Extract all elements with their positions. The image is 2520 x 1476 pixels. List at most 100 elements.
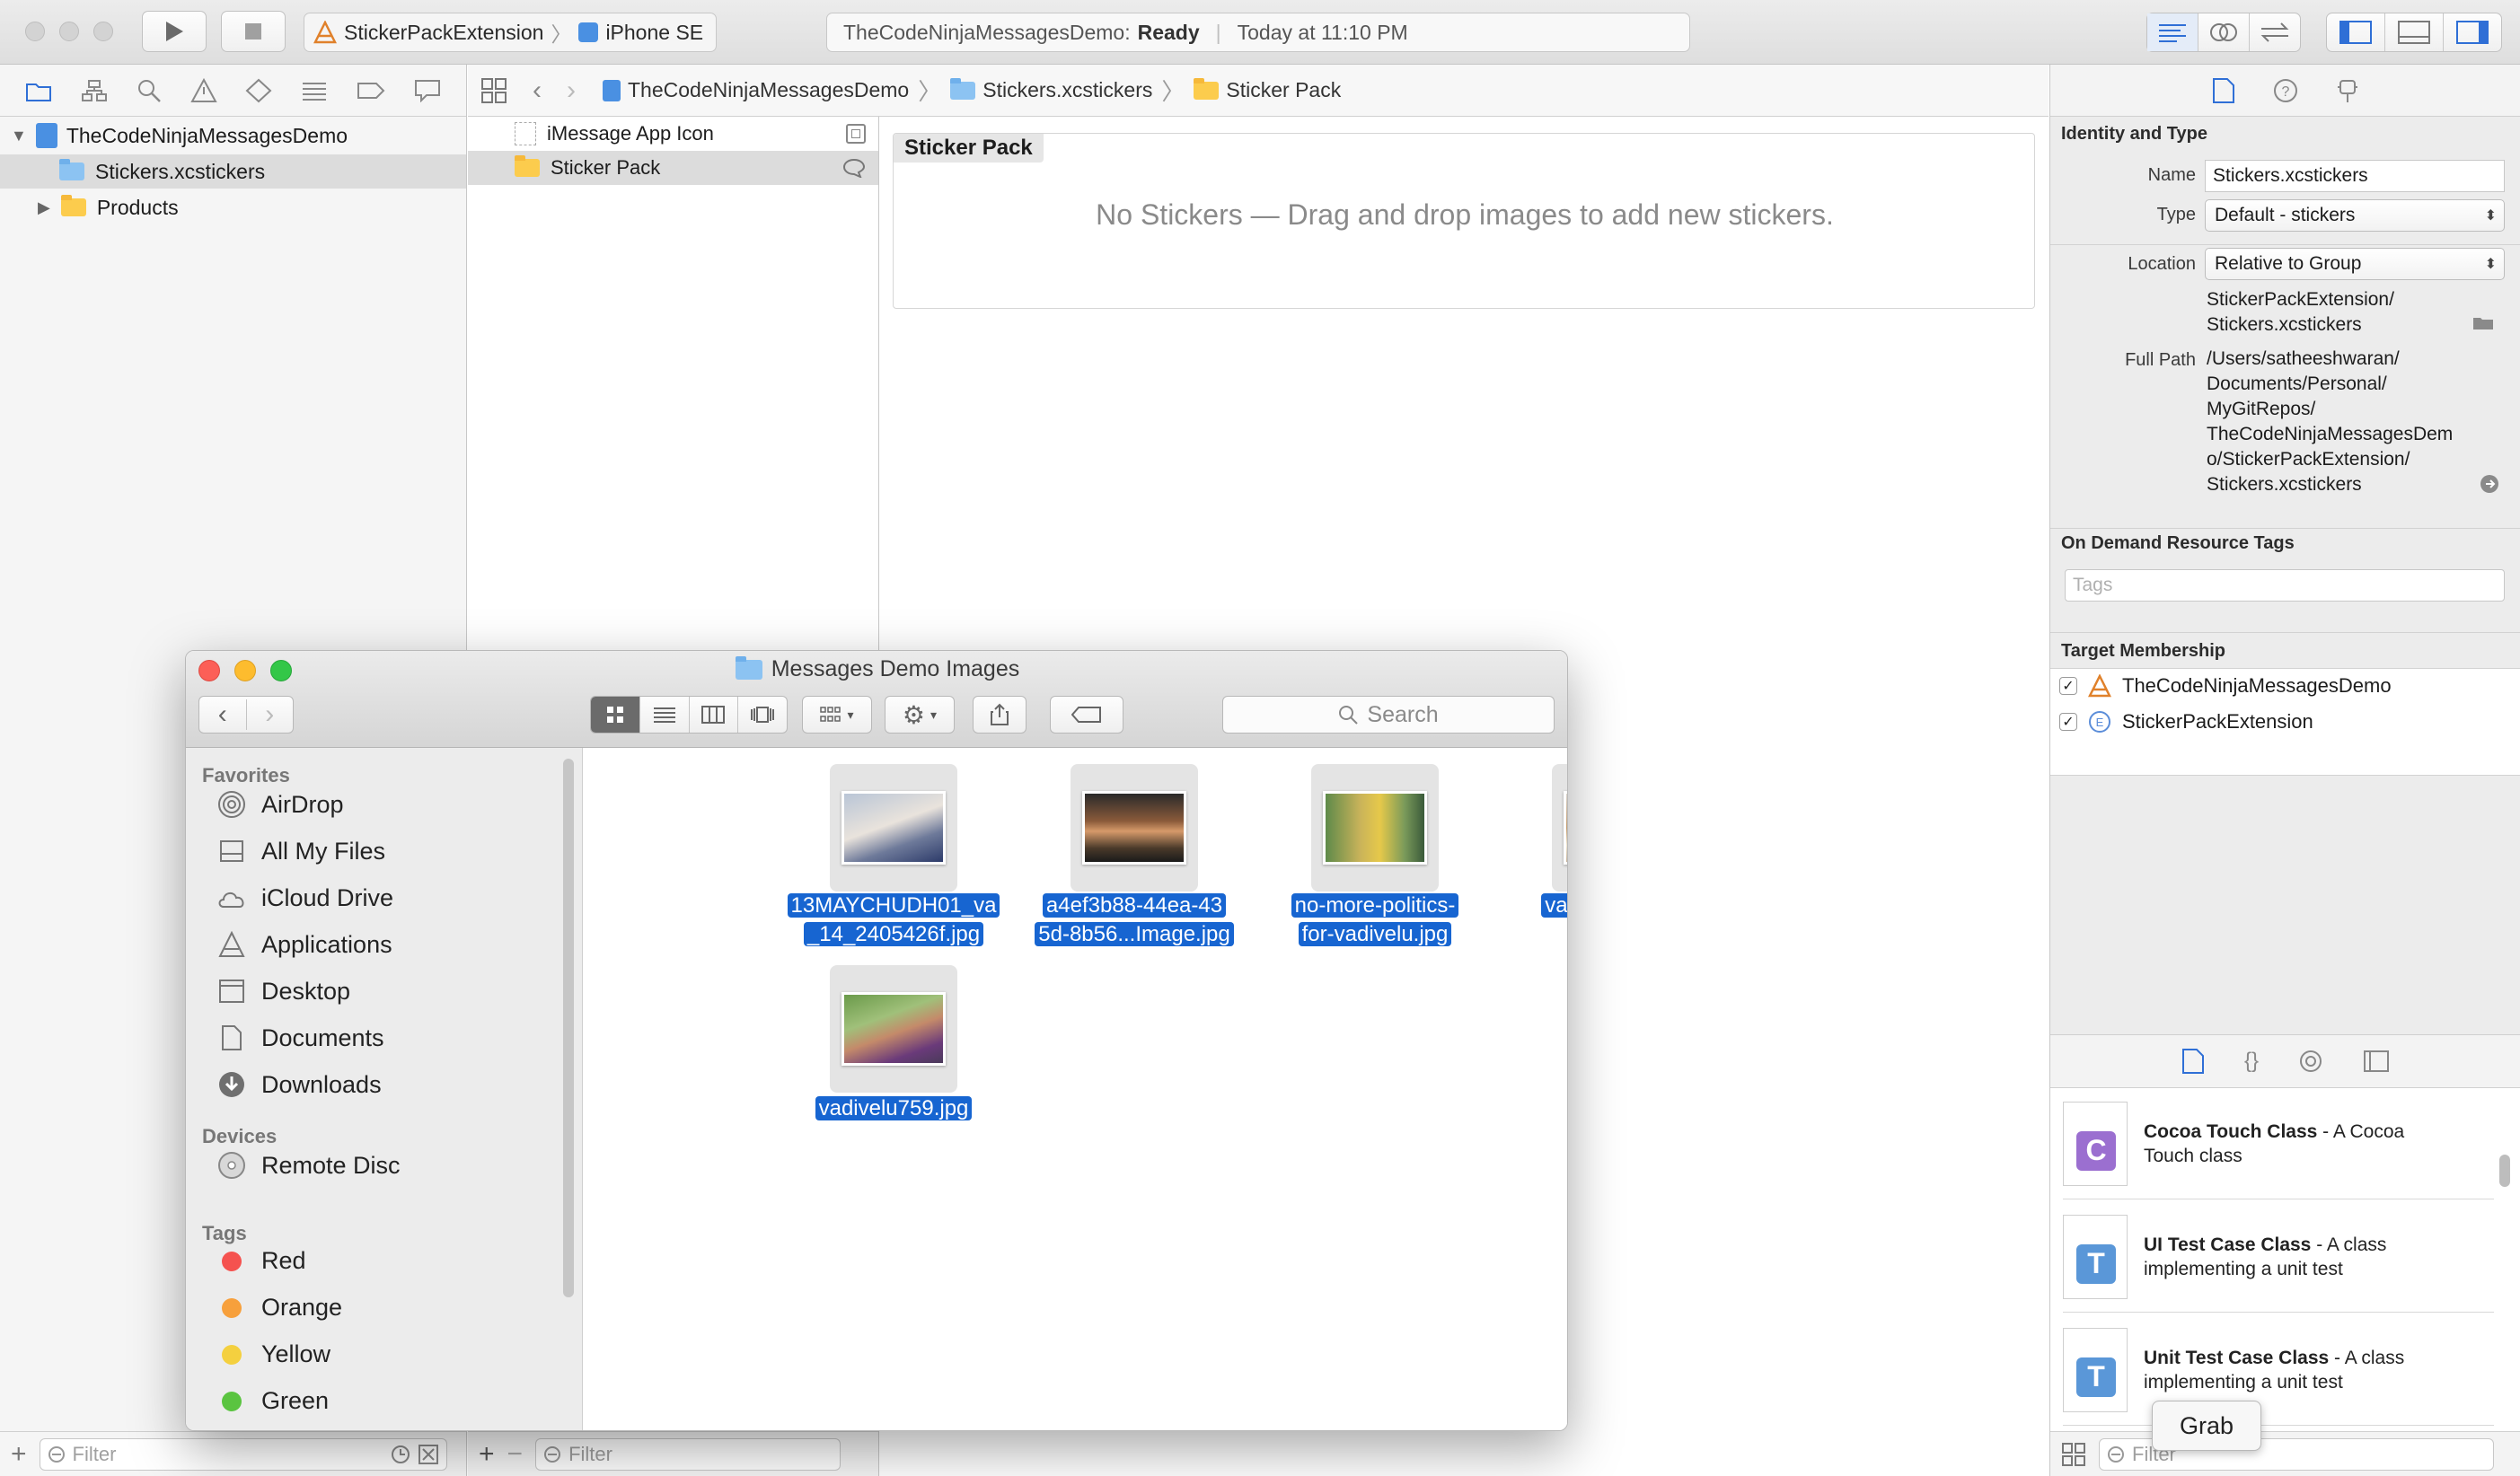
navigator-item-stickers[interactable]: Stickers.xcstickers	[0, 154, 466, 189]
toggle-debug-button[interactable]	[2385, 13, 2444, 51]
sticker-pack-dropzone[interactable]: Sticker Pack No Stickers — Drag and drop…	[893, 133, 2035, 309]
back-arrow-icon[interactable]: ‹	[533, 75, 542, 106]
file-inspector-icon[interactable]	[2212, 77, 2235, 104]
run-button[interactable]	[142, 11, 207, 52]
reveal-folder-icon[interactable]	[2472, 314, 2494, 330]
finder-back-button[interactable]: ‹	[199, 699, 247, 730]
navigator-filter-field[interactable]: Filter	[39, 1437, 447, 1471]
finder-search-field[interactable]: Search	[1222, 696, 1555, 734]
help-icon[interactable]: ?	[2273, 78, 2298, 103]
file-template-library-icon[interactable]	[2181, 1048, 2205, 1075]
library-item-cocoa-touch-class[interactable]: C Cocoa Touch Class - A Cocoa Touch clas…	[2063, 1088, 2494, 1199]
sidebar-item-documents[interactable]: Documents	[216, 1023, 384, 1053]
asset-item-sticker-pack[interactable]: Sticker Pack	[468, 151, 878, 185]
toggle-inspector-button[interactable]	[2444, 13, 2501, 51]
warning-icon[interactable]	[189, 77, 217, 103]
sidebar-tag-yellow[interactable]: Yellow	[216, 1340, 330, 1368]
library-item-unit-test-case-class[interactable]: T Unit Test Case Class - A class impleme…	[2063, 1314, 2494, 1426]
sidebar-item-remote-disc[interactable]: Remote Disc	[216, 1150, 401, 1181]
breadcrumb-catalog[interactable]: Stickers.xcstickers	[950, 77, 1152, 102]
object-library-icon[interactable]	[2298, 1049, 2323, 1074]
target-checkbox[interactable]: ✓	[2059, 677, 2077, 695]
list-view-button[interactable]	[639, 697, 689, 733]
search-icon[interactable]	[137, 78, 162, 103]
sidebar-item-all-my-files[interactable]: All My Files	[216, 836, 385, 866]
sidebar-tag-green[interactable]: Green	[216, 1387, 329, 1415]
target-checkbox[interactable]: ✓	[2059, 713, 2077, 731]
breadcrumb-sticker-pack[interactable]: Sticker Pack	[1194, 77, 1341, 102]
edit-tags-button[interactable]	[1050, 696, 1123, 734]
breadcrumb-project[interactable]: TheCodeNinjaMessagesDemo	[603, 78, 909, 102]
icon-view-button[interactable]	[591, 697, 639, 733]
minimize-window-button[interactable]	[59, 22, 79, 41]
file-thumbnail[interactable]	[1071, 764, 1198, 892]
sidebar-item-downloads[interactable]: Downloads	[216, 1069, 382, 1100]
file-name-label[interactable]: no-more-politics- for-vadivelu.jpg	[1245, 892, 1505, 949]
assistant-editor-button[interactable]	[2198, 13, 2250, 51]
location-popup[interactable]: Relative to Group ⬍	[2205, 248, 2505, 280]
sidebar-item-applications[interactable]: Applications	[216, 929, 392, 960]
sidebar-tag-red[interactable]: Red	[216, 1247, 306, 1275]
asset-item-app-icon[interactable]: iMessage App Icon	[468, 117, 878, 151]
action-button[interactable]: ⚙ ▾	[885, 696, 955, 734]
sidebar-item-airdrop[interactable]: AirDrop	[216, 789, 344, 820]
name-field[interactable]: Stickers.xcstickers	[2205, 160, 2505, 192]
close-window-button[interactable]	[25, 22, 45, 41]
type-popup[interactable]: Default - stickers ⬍	[2205, 199, 2505, 232]
file-thumbnail[interactable]	[1311, 764, 1439, 892]
sidebar-item-icloud-drive[interactable]: iCloud Drive	[216, 883, 393, 913]
add-icon[interactable]: +	[11, 1439, 27, 1470]
scheme-selector[interactable]: StickerPackExtension 〉 iPhone SE	[304, 13, 717, 52]
file-name-label[interactable]: vadifeature.jpg	[1485, 892, 1567, 920]
recent-files-icon[interactable]	[391, 1445, 410, 1464]
sidebar-scrollbar[interactable]	[563, 759, 574, 1297]
file-name-label[interactable]: vadivelu759.jpg	[763, 1094, 1024, 1123]
navigator-item-products[interactable]: ▶ Products	[0, 190, 466, 224]
add-asset-icon[interactable]: +	[479, 1439, 495, 1470]
file-name-label[interactable]: 13MAYCHUDH01_va _14_2405426f.jpg	[763, 892, 1024, 949]
disclosure-open-icon[interactable]: ▼	[11, 127, 27, 145]
standard-editor-button[interactable]	[2147, 13, 2198, 51]
remove-asset-icon[interactable]: −	[507, 1439, 524, 1470]
toggle-navigator-button[interactable]	[2327, 13, 2385, 51]
file-thumbnail[interactable]	[1552, 764, 1567, 892]
library-item-ui-test-case-class[interactable]: T UI Test Case Class - A class implement…	[2063, 1201, 2494, 1313]
library-item-text: Cocoa Touch Class - A Cocoa Touch class	[2144, 1120, 2476, 1168]
scm-filter-icon[interactable]	[418, 1444, 439, 1465]
cover-flow-button[interactable]	[737, 697, 787, 733]
stop-button[interactable]	[221, 11, 286, 52]
media-library-icon[interactable]	[2363, 1050, 2390, 1073]
grid-view-icon[interactable]	[2061, 1442, 2086, 1467]
attributes-inspector-icon[interactable]	[2336, 77, 2359, 104]
folder-navigator-icon[interactable]	[25, 79, 52, 102]
arrange-button[interactable]: ▾	[802, 696, 872, 734]
target-row[interactable]: ✓ TheCodeNinjaMessagesDemo	[2059, 674, 2392, 698]
version-editor-button[interactable]	[2250, 13, 2300, 51]
column-view-button[interactable]	[688, 697, 738, 733]
file-thumbnail[interactable]	[830, 764, 957, 892]
disclosure-closed-icon[interactable]: ▶	[38, 198, 50, 217]
sidebar-tag-orange[interactable]: Orange	[216, 1294, 342, 1322]
filter-icon	[2108, 1445, 2124, 1463]
symbol-navigator-icon[interactable]	[81, 79, 108, 102]
breakpoint-navigator-icon[interactable]	[357, 80, 385, 101]
file-thumbnail[interactable]	[830, 965, 957, 1093]
related-items-icon[interactable]	[480, 77, 507, 104]
library-scrollbar[interactable]	[2499, 1155, 2510, 1187]
asset-filter-field[interactable]: Filter	[535, 1437, 841, 1471]
test-navigator-icon[interactable]	[245, 78, 272, 103]
file-name-label[interactable]: a4ef3b88-44ea-43 5d-8b56...Image.jpg	[1004, 892, 1264, 949]
debug-navigator-icon[interactable]	[301, 79, 328, 102]
report-navigator-icon[interactable]	[414, 79, 441, 102]
reveal-in-finder-icon[interactable]	[2480, 474, 2499, 494]
target-row[interactable]: ✓ E StickerPackExtension	[2059, 710, 2313, 734]
zoom-window-button[interactable]	[93, 22, 113, 41]
sidebar-item-desktop[interactable]: Desktop	[216, 976, 350, 1006]
arrange-grid-icon	[820, 707, 841, 722]
share-button[interactable]	[973, 696, 1027, 734]
forward-arrow-icon[interactable]: ›	[567, 75, 576, 106]
project-row[interactable]: ▼ TheCodeNinjaMessagesDemo	[0, 119, 466, 153]
finder-forward-button[interactable]: ›	[247, 699, 294, 730]
tags-field[interactable]: Tags	[2065, 569, 2505, 602]
code-snippet-library-icon[interactable]: {}	[2244, 1049, 2259, 1074]
